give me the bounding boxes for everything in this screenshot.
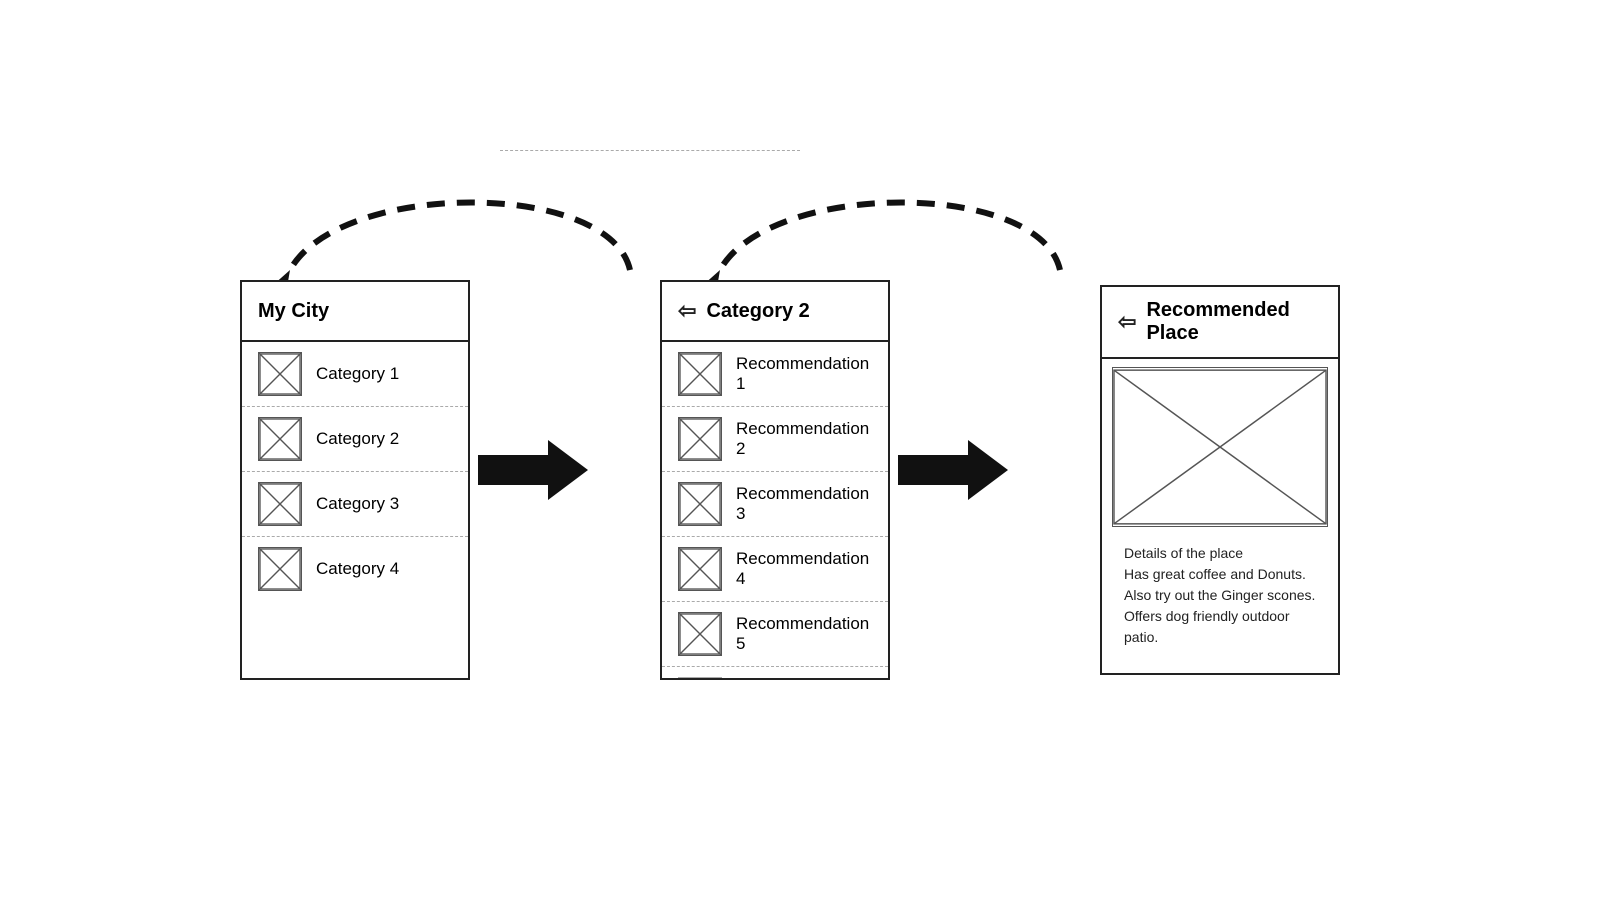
category-2-label: Category 2: [316, 429, 399, 449]
forward-arrow-1: [478, 440, 588, 500]
list-item[interactable]: Category 1: [242, 342, 468, 407]
back-arrow-icon-2[interactable]: ⇦: [1118, 309, 1136, 335]
list-item[interactable]: Category 4: [242, 537, 468, 601]
panel-my-city: My City Category 1 Category 2 Category 3: [240, 280, 470, 680]
rec-5-label: Recommendation 5: [736, 614, 872, 654]
list-item[interactable]: Recommendation 2: [662, 407, 888, 472]
category-4-icon: [258, 547, 302, 591]
panel-my-city-body: Category 1 Category 2 Category 3 Categor…: [242, 342, 468, 678]
place-image-placeholder: [1112, 367, 1328, 527]
rec-1-icon: [678, 352, 722, 396]
rec-5-icon: [678, 612, 722, 656]
back-arrow-icon[interactable]: ⇦: [678, 298, 696, 324]
panel-my-city-header: My City: [242, 282, 468, 342]
panel-category-2-body: Recommendation 1 Recommendation 2 Recomm…: [662, 342, 888, 678]
panel-category-2-title: Category 2: [706, 300, 809, 323]
rec-2-icon: [678, 417, 722, 461]
rec-4-label: Recommendation 4: [736, 549, 872, 589]
list-item[interactable]: Recommendation 1: [662, 342, 888, 407]
curved-back-arrow-2: [690, 160, 1110, 290]
curved-back-arrow-1: [260, 160, 680, 290]
category-3-icon: [258, 482, 302, 526]
panel-my-city-title: My City: [258, 300, 329, 323]
list-item[interactable]: Recommendation 4: [662, 537, 888, 602]
rec-6-icon: [678, 677, 722, 678]
list-item[interactable]: Category 2: [242, 407, 468, 472]
panel-recommended-place-body: Details of the place Has great coffee an…: [1102, 359, 1338, 673]
list-item[interactable]: Recommendation 3: [662, 472, 888, 537]
rec-4-icon: [678, 547, 722, 591]
category-4-label: Category 4: [316, 559, 399, 579]
rec-3-label: Recommendation 3: [736, 484, 872, 524]
top-dashed-line: [500, 150, 800, 151]
list-item[interactable]: Recommendation 6: [662, 667, 888, 678]
list-item[interactable]: Recommendation 5: [662, 602, 888, 667]
category-3-label: Category 3: [316, 494, 399, 514]
panel-recommended-place: ⇦ Recommended Place Details of the place…: [1100, 285, 1340, 675]
category-1-icon: [258, 352, 302, 396]
category-1-label: Category 1: [316, 364, 399, 384]
panel-recommended-place-content: Details of the place Has great coffee an…: [1102, 367, 1338, 656]
diagram: My City Category 1 Category 2 Category 3: [200, 140, 1400, 760]
panel-category-2: ⇦ Category 2 Recommendation 1 Recommenda…: [660, 280, 890, 680]
panel-recommended-place-title: Recommended Place: [1146, 299, 1322, 345]
panel-category-2-header: ⇦ Category 2: [662, 282, 888, 342]
panel-recommended-place-header: ⇦ Recommended Place: [1102, 287, 1338, 359]
list-item[interactable]: Category 3: [242, 472, 468, 537]
place-description: Details of the place Has great coffee an…: [1112, 535, 1328, 656]
category-2-icon: [258, 417, 302, 461]
rec-2-label: Recommendation 2: [736, 419, 872, 459]
forward-arrow-2: [898, 440, 1008, 500]
rec-3-icon: [678, 482, 722, 526]
rec-1-label: Recommendation 1: [736, 354, 872, 394]
